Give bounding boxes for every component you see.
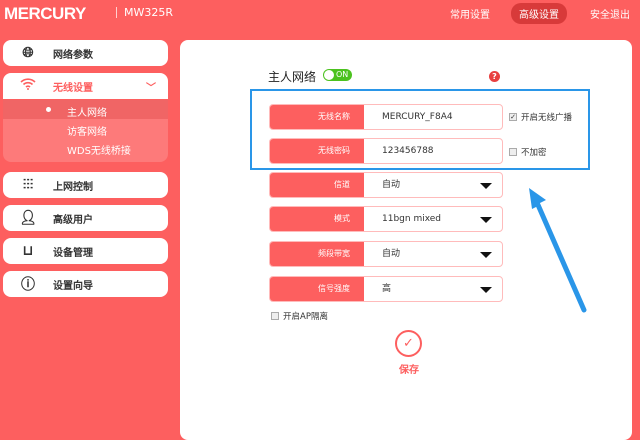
arrow-annotation: [0, 0, 640, 426]
